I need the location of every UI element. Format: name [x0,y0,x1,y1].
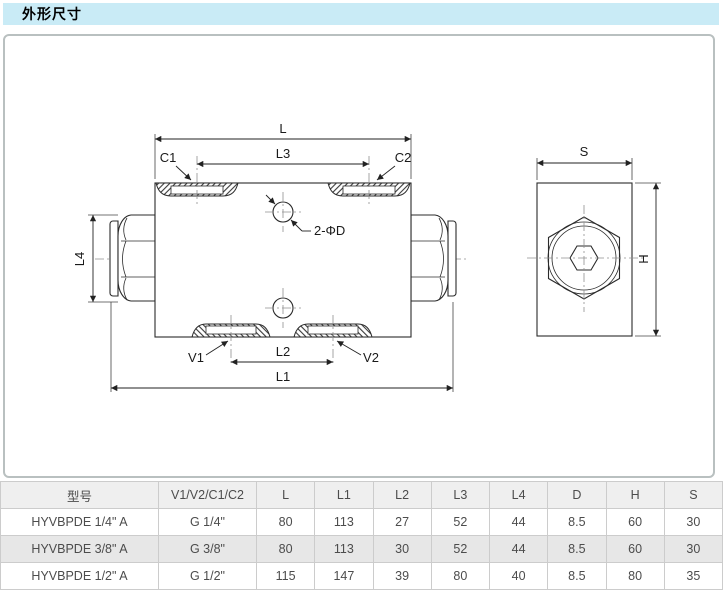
dim-label-l1: L1 [276,369,290,384]
label-c1: C1 [160,150,177,165]
col-header-l2: L2 [373,482,431,509]
cell-d: 8.5 [548,536,606,563]
col-header-l3: L3 [431,482,489,509]
table-row: HYVBPDE 1/4" A G 1/4" 80 113 27 52 44 8.… [1,509,723,536]
col-header-l4: L4 [490,482,548,509]
cell-l4: 40 [490,563,548,590]
col-header-d: D [548,482,606,509]
cell-l3: 80 [431,563,489,590]
cell-l3: 52 [431,509,489,536]
label-c2: C2 [395,150,412,165]
col-header-ports: V1/V2/C1/C2 [159,482,257,509]
dim-label-h: H [636,254,651,263]
col-header-model: 型号 [1,482,159,509]
cell-model: HYVBPDE 1/4" A [1,509,159,536]
cell-l1: 113 [315,509,373,536]
cell-s: 30 [664,536,722,563]
cell-model: HYVBPDE 1/2" A [1,563,159,590]
col-header-l1: L1 [315,482,373,509]
cell-h: 60 [606,509,664,536]
label-phi-d: 2-ΦD [314,223,345,238]
dim-label-l3: L3 [276,146,290,161]
cell-l: 80 [257,536,315,563]
col-header-l: L [257,482,315,509]
cell-l1: 147 [315,563,373,590]
cell-h: 80 [606,563,664,590]
left-washer [110,221,118,296]
cell-h: 60 [606,536,664,563]
cell-l4: 44 [490,509,548,536]
cell-model: HYVBPDE 3/8" A [1,536,159,563]
table-row: HYVBPDE 3/8" A G 3/8" 80 113 30 52 44 8.… [1,536,723,563]
dimensions-table: 型号 V1/V2/C1/C2 L L1 L2 L3 L4 D H S HYVBP… [0,481,723,590]
label-v2: V2 [363,350,379,365]
dim-label-l2: L2 [276,344,290,359]
front-view: L L3 C1 C2 L4 2-ΦD V1 V2 L2 L1 [72,121,468,392]
cell-l: 115 [257,563,315,590]
cell-l2: 27 [373,509,431,536]
dim-label-l4: L4 [72,252,87,266]
cell-l1: 113 [315,536,373,563]
cell-l2: 39 [373,563,431,590]
cell-l2: 30 [373,536,431,563]
dim-label-l: L [279,121,286,136]
cell-ports: G 1/2" [159,563,257,590]
cell-ports: G 3/8" [159,536,257,563]
label-v1: V1 [188,350,204,365]
side-view: S H [527,144,661,336]
technical-drawing: L L3 C1 C2 L4 2-ΦD V1 V2 L2 L1 [0,0,723,478]
cell-d: 8.5 [548,563,606,590]
col-header-s: S [664,482,722,509]
dim-label-s: S [580,144,589,159]
right-washer [448,221,456,296]
table-header-row: 型号 V1/V2/C1/C2 L L1 L2 L3 L4 D H S [1,482,723,509]
cell-d: 8.5 [548,509,606,536]
col-header-h: H [606,482,664,509]
cell-ports: G 1/4" [159,509,257,536]
cell-s: 35 [664,563,722,590]
cell-l: 80 [257,509,315,536]
cell-l3: 52 [431,536,489,563]
table-row: HYVBPDE 1/2" A G 1/2" 115 147 39 80 40 8… [1,563,723,590]
cell-s: 30 [664,509,722,536]
cell-l4: 44 [490,536,548,563]
